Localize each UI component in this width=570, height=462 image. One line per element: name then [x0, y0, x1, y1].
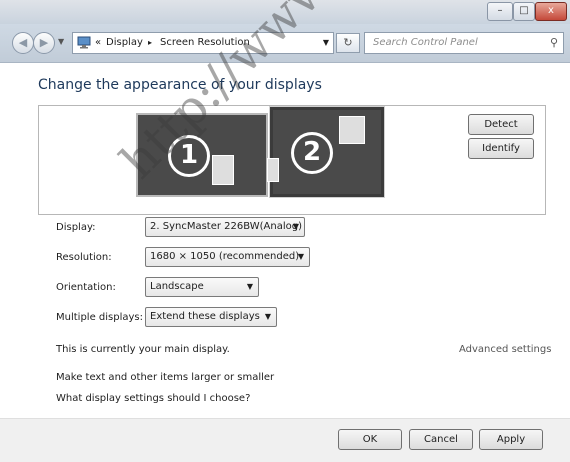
- orientation-select-value: Landscape: [150, 281, 204, 292]
- monitor-2-window-icon: [339, 116, 365, 144]
- multiple-displays-label: Multiple displays:: [56, 312, 143, 323]
- title-bar: – □ x: [0, 0, 570, 24]
- monitor-arrangement-panel: 1 2 Detect Identify: [38, 105, 546, 215]
- resolution-select[interactable]: 1680 × 1050 (recommended) ▼: [145, 247, 310, 267]
- multiple-displays-select[interactable]: Extend these displays ▼: [145, 307, 277, 327]
- display-label: Display:: [56, 222, 96, 233]
- monitor-2[interactable]: 2: [267, 106, 385, 198]
- breadcrumb-display[interactable]: Display: [106, 33, 143, 53]
- identify-button[interactable]: Identify: [468, 138, 534, 159]
- forward-button[interactable]: ▶: [33, 32, 55, 54]
- chevron-down-icon: ▼: [292, 222, 299, 231]
- page-title: Change the appearance of your displays: [38, 77, 322, 93]
- display-select-value: 2. SyncMaster 226BW(Analog): [150, 221, 302, 232]
- search-placeholder: Search Control Panel: [373, 37, 478, 48]
- ok-button[interactable]: OK: [338, 429, 402, 450]
- monitor-1[interactable]: 1: [136, 113, 268, 197]
- detect-button[interactable]: Detect: [468, 114, 534, 135]
- refresh-button[interactable]: ↻: [336, 33, 360, 53]
- orientation-label: Orientation:: [56, 282, 116, 293]
- monitor-1-window-icon: [212, 155, 234, 185]
- search-icon[interactable]: ⚲: [550, 33, 558, 53]
- recent-pages-dropdown-icon[interactable]: ▼: [58, 37, 64, 46]
- resolution-label: Resolution:: [56, 252, 112, 263]
- dialog-footer: OK Cancel Apply: [0, 418, 570, 462]
- display-select[interactable]: 2. SyncMaster 226BW(Analog) ▼: [145, 217, 305, 237]
- chevron-down-icon: ▼: [297, 252, 304, 261]
- chevron-down-icon: ▼: [264, 312, 271, 321]
- forward-arrow-icon: ▶: [39, 36, 49, 49]
- text-size-link[interactable]: Make text and other items larger or smal…: [56, 372, 274, 383]
- monitor-2-taskbar-icon: [267, 158, 279, 182]
- monitor-1-number: 1: [168, 135, 210, 177]
- back-arrow-icon: ◀: [18, 36, 28, 49]
- orientation-select[interactable]: Landscape ▼: [145, 277, 259, 297]
- cancel-button[interactable]: Cancel: [409, 429, 473, 450]
- close-button[interactable]: x: [535, 2, 567, 21]
- monitor-2-number: 2: [291, 132, 333, 174]
- resolution-select-value: 1680 × 1050 (recommended): [150, 251, 300, 262]
- maximize-button[interactable]: □: [513, 2, 535, 21]
- refresh-icon: ↻: [343, 36, 353, 49]
- main-display-note: This is currently your main display.: [56, 344, 230, 355]
- search-input[interactable]: Search Control Panel ⚲: [364, 32, 564, 54]
- address-bar-area: ◀ ▶ ▼ « Display ▸ Screen Resolution ▼ ↻ …: [0, 24, 570, 63]
- apply-button[interactable]: Apply: [479, 429, 543, 450]
- address-bar[interactable]: « Display ▸ Screen Resolution ▼: [72, 32, 334, 54]
- chevron-down-icon: ▼: [246, 282, 253, 291]
- breadcrumb-screen-resolution[interactable]: Screen Resolution: [160, 33, 250, 53]
- content-area: Change the appearance of your displays 1…: [0, 63, 570, 418]
- advanced-settings-link[interactable]: Advanced settings: [459, 344, 551, 355]
- display-help-link[interactable]: What display settings should I choose?: [56, 393, 250, 404]
- multiple-displays-select-value: Extend these displays: [150, 311, 260, 322]
- display-control-panel-icon: [77, 36, 91, 49]
- breadcrumb-overflow[interactable]: «: [95, 33, 101, 53]
- address-dropdown-icon[interactable]: ▼: [323, 33, 329, 53]
- breadcrumb-separator-icon[interactable]: ▸: [148, 33, 152, 53]
- back-button[interactable]: ◀: [12, 32, 34, 54]
- minimize-button[interactable]: –: [487, 2, 513, 21]
